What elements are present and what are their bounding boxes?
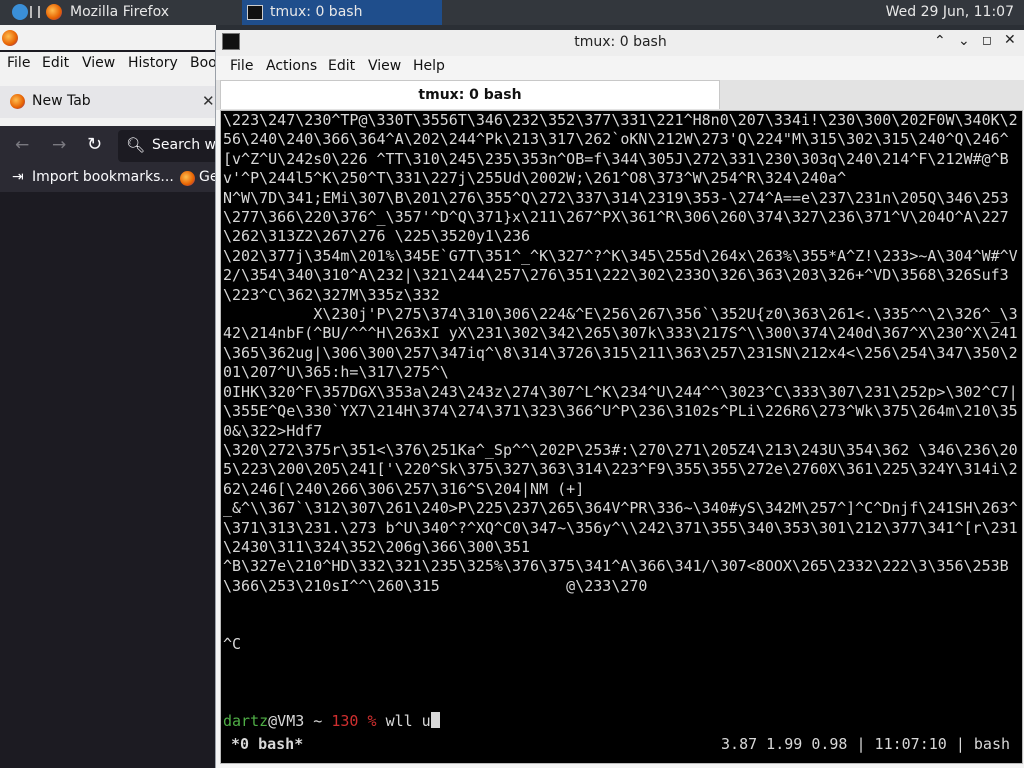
prompt-symbol: % bbox=[358, 712, 386, 730]
terminal-tab[interactable]: tmux: 0 bash bbox=[220, 80, 720, 109]
firefox-icon bbox=[46, 4, 62, 20]
window-title: tmux: 0 bash bbox=[574, 34, 667, 50]
menu-view[interactable]: View bbox=[82, 55, 115, 71]
firefox-tabstrip: New Tab ✕ bbox=[0, 76, 216, 126]
prompt-cwd: ~ bbox=[304, 712, 332, 730]
prompt-exit-code: 130 bbox=[331, 712, 359, 730]
chevron-up-icon[interactable]: ⌃ bbox=[934, 33, 946, 49]
terminal-icon bbox=[247, 5, 263, 20]
menu-history[interactable]: History bbox=[128, 55, 178, 71]
menu-file[interactable]: File bbox=[230, 58, 253, 74]
app-menu-icon[interactable] bbox=[12, 4, 28, 20]
firefox-icon bbox=[10, 94, 25, 109]
search-icon: 🔍︎ bbox=[126, 136, 146, 154]
reload-icon[interactable]: ↻ bbox=[87, 134, 102, 155]
firefox-content bbox=[0, 192, 216, 768]
system-taskbar: Mozilla Firefox tmux: 0 bash Wed 29 Jun,… bbox=[0, 0, 1024, 25]
firefox-tab[interactable]: New Tab ✕ bbox=[0, 86, 216, 118]
prompt-command: wll u bbox=[385, 712, 431, 730]
search-placeholder: Search w bbox=[152, 137, 216, 153]
menu-file[interactable]: File bbox=[7, 55, 30, 71]
firefox-icon bbox=[2, 30, 18, 46]
terminal-menubar: File Actions Edit View Help bbox=[216, 56, 1024, 80]
firefox-bookmarks-bar: ⇥ Import bookmarks... Ge bbox=[0, 166, 218, 192]
terminal-titlebar[interactable]: tmux: 0 bash ⌃ ⌄ ◻ ✕ bbox=[216, 30, 1024, 56]
forward-icon[interactable]: → bbox=[52, 135, 66, 155]
taskbar-task-label: tmux: 0 bash bbox=[270, 4, 363, 20]
taskbar-task-firefox[interactable]: Mozilla Firefox bbox=[40, 0, 235, 25]
terminal-tabbar: tmux: 0 bash bbox=[216, 80, 1024, 110]
firefox-menubar: File Edit View History Boo bbox=[0, 52, 217, 76]
menu-bookmarks[interactable]: Boo bbox=[190, 55, 217, 71]
menu-edit[interactable]: Edit bbox=[42, 55, 69, 71]
terminal-window: tmux: 0 bash ⌃ ⌄ ◻ ✕ File Actions Edit V… bbox=[215, 30, 1024, 768]
terminal-screen[interactable]: \223\247\230^TP@\330T\3556T\346\232\352\… bbox=[220, 110, 1023, 764]
firefox-window: File Edit View History Boo New Tab ✕ ← →… bbox=[0, 25, 228, 768]
chevron-down-icon[interactable]: ⌄ bbox=[958, 33, 970, 49]
prompt-host: @VM3 bbox=[268, 712, 305, 730]
shell-prompt[interactable]: dartz@VM3 ~ 130 % wll u bbox=[223, 711, 1020, 731]
taskbar-task-tmux[interactable]: tmux: 0 bash bbox=[242, 0, 442, 25]
show-desktop-icon[interactable] bbox=[30, 6, 40, 18]
maximize-icon[interactable]: ◻ bbox=[982, 33, 992, 47]
firefox-icon bbox=[180, 171, 195, 186]
close-icon[interactable]: ✕ bbox=[202, 92, 215, 110]
terminal-output: \223\247\230^TP@\330T\3556T\346\232\352\… bbox=[223, 111, 1018, 653]
menu-help[interactable]: Help bbox=[413, 58, 445, 74]
tmux-status-bar: *0 bash* 3.87 1.99 0.98 | 11:07:10 | bas… bbox=[221, 733, 1022, 755]
firefox-titlebar bbox=[0, 25, 216, 50]
import-icon: ⇥ bbox=[12, 169, 24, 185]
taskbar-task-label: Mozilla Firefox bbox=[70, 4, 170, 20]
menu-view[interactable]: View bbox=[368, 58, 401, 74]
search-input[interactable]: 🔍︎ Search w bbox=[118, 130, 228, 162]
tmux-window-name[interactable]: *0 bash* bbox=[231, 733, 303, 755]
tmux-status-right: 3.87 1.99 0.98 | 11:07:10 | bash bbox=[721, 735, 1010, 753]
menu-edit[interactable]: Edit bbox=[328, 58, 355, 74]
prompt-user: dartz bbox=[223, 712, 269, 730]
tab-label: New Tab bbox=[32, 93, 91, 109]
back-icon[interactable]: ← bbox=[15, 135, 29, 155]
clock[interactable]: Wed 29 Jun, 11:07 bbox=[886, 0, 1014, 25]
close-icon[interactable]: ✕ bbox=[1004, 32, 1016, 48]
firefox-navbar: ← → ↻ 🔍︎ Search w bbox=[0, 126, 228, 166]
menu-actions[interactable]: Actions bbox=[266, 58, 317, 74]
bookmark-import[interactable]: Import bookmarks... bbox=[32, 169, 174, 185]
text-cursor bbox=[430, 712, 440, 728]
